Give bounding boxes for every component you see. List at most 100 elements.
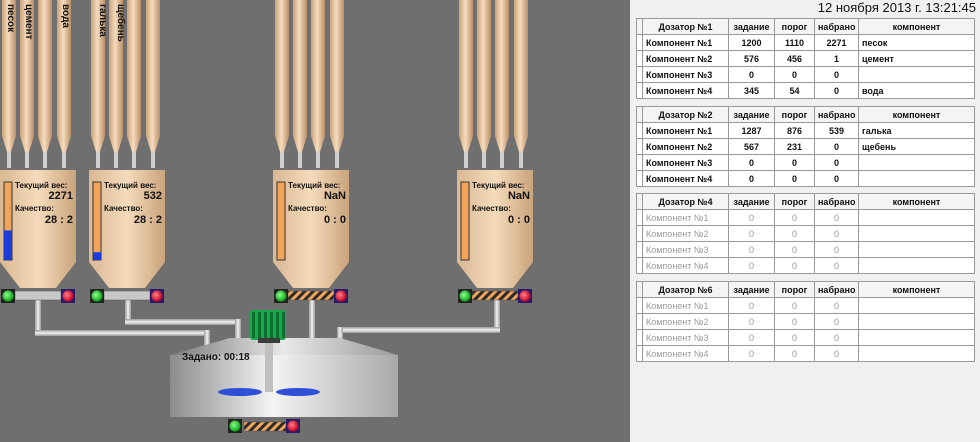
green-indicator-icon[interactable] bbox=[229, 420, 241, 432]
table-row[interactable]: Компонент №1 0 0 0 bbox=[636, 297, 975, 314]
table-row[interactable]: Компонент №4 345 54 0 вода bbox=[636, 82, 975, 99]
row-label: Компонент №3 bbox=[642, 241, 729, 258]
red-indicator-icon[interactable] bbox=[335, 290, 347, 302]
threshold-cell[interactable]: 0 bbox=[774, 345, 815, 362]
silo bbox=[514, 0, 528, 168]
quality-label: Качество: bbox=[104, 204, 143, 213]
threshold-cell[interactable]: 0 bbox=[774, 313, 815, 330]
task-cell[interactable]: 0 bbox=[728, 225, 775, 242]
threshold-cell[interactable]: 456 bbox=[774, 50, 815, 67]
collected-cell: 0 bbox=[814, 313, 859, 330]
weight-value: NaN bbox=[323, 190, 346, 202]
row-label: Компонент №3 bbox=[642, 154, 729, 171]
threshold-cell[interactable]: 231 bbox=[774, 138, 815, 155]
red-indicator-icon[interactable] bbox=[519, 290, 531, 302]
threshold-cell[interactable]: 1110 bbox=[774, 34, 815, 51]
table-row[interactable]: Компонент №2 0 0 0 bbox=[636, 225, 975, 242]
task-cell[interactable]: 0 bbox=[728, 257, 775, 274]
green-indicator-icon[interactable] bbox=[459, 290, 471, 302]
table-header: Дозатор №6 задание порог набрано компонент bbox=[636, 281, 975, 298]
collected-cell: 0 bbox=[814, 66, 859, 83]
task-cell[interactable]: 1287 bbox=[728, 122, 775, 139]
mixer-gate-bar bbox=[243, 421, 287, 432]
silo bbox=[38, 0, 52, 168]
table-row[interactable]: Компонент №4 0 0 0 bbox=[636, 170, 975, 187]
task-cell[interactable]: 0 bbox=[728, 313, 775, 330]
table-row[interactable]: Компонент №2 576 456 1 цемент bbox=[636, 50, 975, 67]
component-cell bbox=[858, 170, 975, 187]
threshold-cell[interactable]: 54 bbox=[774, 82, 815, 99]
col-task: задание bbox=[728, 106, 775, 123]
task-cell[interactable]: 0 bbox=[728, 66, 775, 83]
task-cell[interactable]: 576 bbox=[728, 50, 775, 67]
table-row[interactable]: Компонент №4 0 0 0 bbox=[636, 345, 975, 362]
row-label: Компонент №2 bbox=[642, 138, 729, 155]
table-row[interactable]: Компонент №2 567 231 0 щебень bbox=[636, 138, 975, 155]
col-collected: набрано bbox=[814, 106, 859, 123]
table-row[interactable]: Компонент №3 0 0 0 bbox=[636, 241, 975, 258]
gate-bar bbox=[287, 290, 335, 301]
col-threshold: порог bbox=[774, 106, 815, 123]
col-threshold: порог bbox=[774, 18, 815, 35]
table-row[interactable]: Компонент №3 0 0 0 bbox=[636, 66, 975, 83]
task-cell[interactable]: 0 bbox=[728, 209, 775, 226]
threshold-cell[interactable]: 0 bbox=[774, 329, 815, 346]
threshold-cell[interactable]: 0 bbox=[774, 170, 815, 187]
task-cell[interactable]: 345 bbox=[728, 82, 775, 99]
threshold-cell[interactable]: 0 bbox=[774, 257, 815, 274]
red-indicator-icon[interactable] bbox=[151, 290, 163, 302]
row-label: Компонент №4 bbox=[642, 170, 729, 187]
threshold-cell[interactable]: 0 bbox=[774, 297, 815, 314]
collected-cell: 0 bbox=[814, 154, 859, 171]
silo bbox=[459, 0, 473, 168]
collected-cell: 0 bbox=[814, 241, 859, 258]
threshold-cell[interactable]: 0 bbox=[774, 241, 815, 258]
threshold-cell[interactable]: 876 bbox=[774, 122, 815, 139]
threshold-cell[interactable]: 0 bbox=[774, 209, 815, 226]
table-row[interactable]: Компонент №4 0 0 0 bbox=[636, 257, 975, 274]
dozer-table-1: Дозатор №1 задание порог набрано компонент Ко… bbox=[636, 18, 975, 99]
threshold-cell[interactable]: 0 bbox=[774, 66, 815, 83]
task-cell[interactable]: 0 bbox=[728, 170, 775, 187]
task-cell[interactable]: 0 bbox=[728, 329, 775, 346]
threshold-cell[interactable]: 0 bbox=[774, 225, 815, 242]
threshold-cell[interactable]: 0 bbox=[774, 154, 815, 171]
silo bbox=[293, 0, 307, 168]
task-cell[interactable]: 0 bbox=[728, 154, 775, 171]
green-indicator-icon[interactable] bbox=[275, 290, 287, 302]
col-collected: набрано bbox=[814, 193, 859, 210]
level-gauge bbox=[276, 181, 286, 261]
table-row[interactable]: Компонент №1 1200 1110 2271 песок bbox=[636, 34, 975, 51]
row-label: Компонент №2 bbox=[642, 50, 729, 67]
table-row[interactable]: Компонент №2 0 0 0 bbox=[636, 313, 975, 330]
green-indicator-icon[interactable] bbox=[2, 290, 14, 302]
col-threshold: порог bbox=[774, 193, 815, 210]
task-cell[interactable]: 567 bbox=[728, 138, 775, 155]
dozer-title: Дозатор №4 bbox=[642, 193, 729, 210]
task-cell[interactable]: 0 bbox=[728, 345, 775, 362]
dozer-title: Дозатор №2 bbox=[642, 106, 729, 123]
task-cell[interactable]: 1200 bbox=[728, 34, 775, 51]
component-cell bbox=[858, 66, 975, 83]
weight-label: Текущий вес: bbox=[472, 181, 525, 190]
green-indicator-icon[interactable] bbox=[91, 290, 103, 302]
table-row[interactable]: Компонент №3 0 0 0 bbox=[636, 154, 975, 171]
table-row[interactable]: Компонент №1 0 0 0 bbox=[636, 209, 975, 226]
collected-cell: 0 bbox=[814, 329, 859, 346]
table-row[interactable]: Компонент №1 1287 876 539 галька bbox=[636, 122, 975, 139]
row-label: Компонент №1 bbox=[642, 209, 729, 226]
red-indicator-icon[interactable] bbox=[287, 420, 299, 432]
table-row[interactable]: Компонент №3 0 0 0 bbox=[636, 329, 975, 346]
dozer-table-4: Дозатор №6 задание порог набрано компонент Ко… bbox=[636, 281, 975, 362]
silo bbox=[495, 0, 509, 168]
quality-value: 0 : 0 bbox=[323, 214, 346, 226]
task-cell[interactable]: 0 bbox=[728, 241, 775, 258]
component-cell: галька bbox=[858, 122, 975, 139]
red-indicator-icon[interactable] bbox=[62, 290, 74, 302]
component-cell bbox=[858, 225, 975, 242]
component-cell: песок bbox=[858, 34, 975, 51]
task-cell[interactable]: 0 bbox=[728, 297, 775, 314]
motor-icon[interactable] bbox=[250, 310, 286, 343]
row-label: Компонент №1 bbox=[642, 122, 729, 139]
silo bbox=[477, 0, 491, 168]
